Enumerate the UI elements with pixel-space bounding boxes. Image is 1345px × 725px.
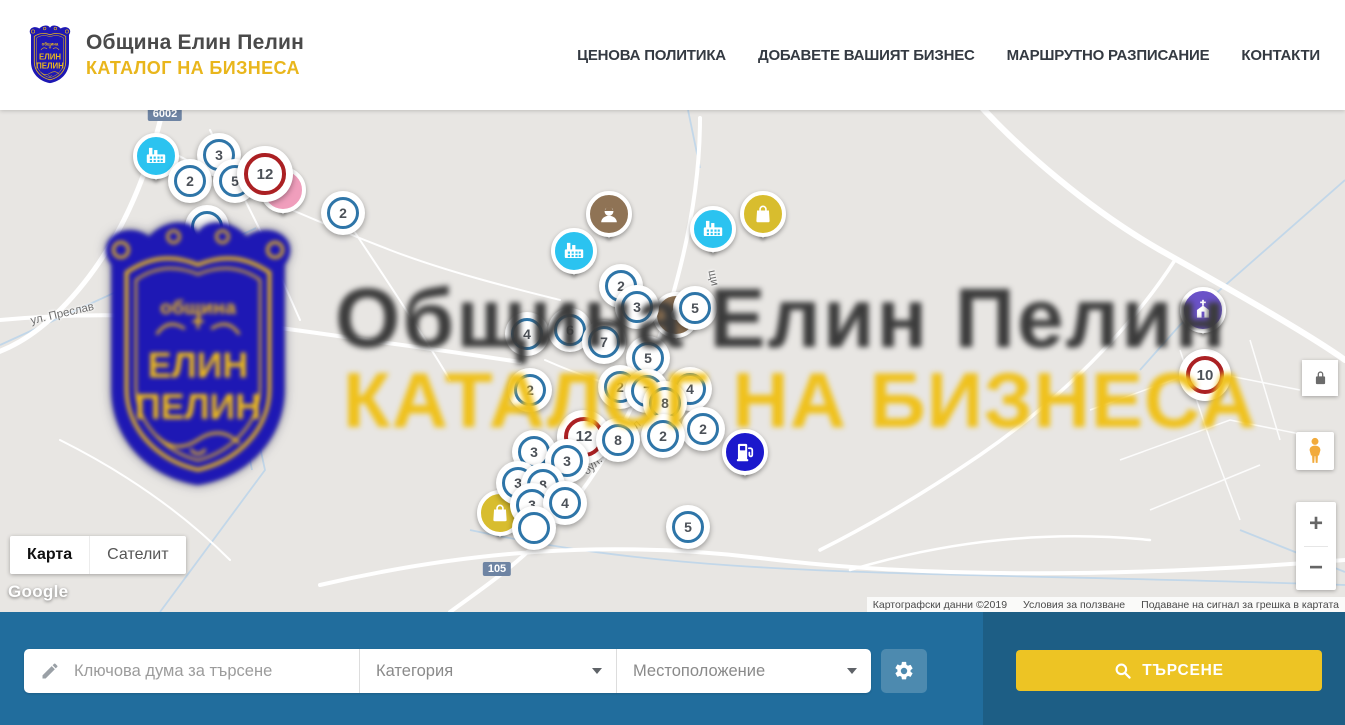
factory-icon xyxy=(700,216,726,242)
brand-title: Община Елин Пелин xyxy=(86,31,304,55)
municipality-crest-logo: община ЕЛИН ПЕЛИН xyxy=(25,24,75,86)
cluster-ring: 2 xyxy=(327,197,360,230)
search-bar: Категория Местоположение ТЪРСЕНЕ xyxy=(0,612,1345,725)
cluster-count: 3 xyxy=(563,453,571,469)
main-nav: ЦЕНОВА ПОЛИТИКА ДОБАВЕТЕ ВАШИЯТ БИЗНЕС МАР… xyxy=(577,47,1320,64)
category-select-label: Категория xyxy=(376,662,453,681)
cluster-marker[interactable] xyxy=(512,506,556,550)
google-logo: Google xyxy=(8,582,68,602)
attribution-terms-link[interactable]: Условия за ползване xyxy=(1023,599,1125,611)
road-number-label: 6002 xyxy=(148,110,182,121)
street-view-pegman-button[interactable] xyxy=(1296,432,1334,470)
cluster-ring xyxy=(518,512,551,545)
location-select-label: Местоположение xyxy=(633,662,765,681)
zoom-control: + − xyxy=(1296,502,1336,590)
cluster-marker[interactable]: 2 xyxy=(321,191,365,235)
lock-button[interactable] xyxy=(1302,360,1338,396)
map-canvas[interactable]: 6002105ул. Преславбул. „Новоселщи3251222… xyxy=(0,110,1345,612)
advanced-settings-button[interactable] xyxy=(881,649,927,693)
nav-item[interactable]: КОНТАКТИ xyxy=(1241,47,1320,64)
svg-text:ЕЛИН: ЕЛИН xyxy=(39,53,61,62)
cluster-ring: 12 xyxy=(244,153,285,194)
svg-text:община: община xyxy=(160,297,237,319)
nav-item[interactable]: ЦЕНОВА ПОЛИТИКА xyxy=(577,47,726,64)
bag-icon xyxy=(750,201,776,227)
keyword-search-input[interactable] xyxy=(72,661,301,682)
worker-icon xyxy=(596,201,622,227)
nav-item[interactable]: ДОБАВЕТЕ ВАШИЯТ БИЗНЕС xyxy=(758,47,975,64)
keyword-section xyxy=(24,649,359,693)
factory-icon xyxy=(143,143,169,169)
lock-icon xyxy=(1312,370,1329,387)
factory-pin[interactable] xyxy=(690,206,736,252)
cluster-ring: 4 xyxy=(549,487,582,520)
brand-subtitle: КАТАЛОГ НА БИЗНЕСА xyxy=(86,58,304,79)
cluster-count: 4 xyxy=(561,495,569,511)
search-button-label: ТЪРСЕНЕ xyxy=(1142,662,1224,680)
watermark-subtitle: КАТАЛОГ НА БИЗНЕСА xyxy=(343,355,1257,446)
map-type-map-button[interactable]: Карта xyxy=(10,536,89,574)
header: община ЕЛИН ПЕЛИН Община Елин Пелин КАТА… xyxy=(0,0,1345,110)
factory-pin[interactable] xyxy=(551,228,597,274)
pin-head xyxy=(551,228,597,274)
map-type-satellite-button[interactable]: Сателит xyxy=(89,536,185,574)
cluster-marker[interactable]: 5 xyxy=(666,505,710,549)
attribution-data: Картографски данни ©2019 xyxy=(873,599,1007,611)
nav-item[interactable]: МАРШРУТНО РАЗПИСАНИЕ xyxy=(1007,47,1210,64)
factory-icon xyxy=(561,238,587,264)
cluster-count: 12 xyxy=(257,166,274,183)
cluster-marker[interactable]: 12 xyxy=(237,146,293,202)
gear-icon xyxy=(893,660,915,682)
map-attribution: Картографски данни ©2019 Условия за полз… xyxy=(867,597,1345,612)
location-select[interactable]: Местоположение xyxy=(616,649,871,693)
search-icon xyxy=(1114,662,1132,680)
svg-text:ЕЛИН: ЕЛИН xyxy=(148,346,248,386)
cluster-marker[interactable]: 2 xyxy=(168,159,212,203)
cluster-count: 2 xyxy=(339,205,347,221)
bag-pin[interactable] xyxy=(740,191,786,237)
cluster-count: 2 xyxy=(186,173,194,189)
brand[interactable]: община ЕЛИН ПЕЛИН Община Елин Пелин КАТА… xyxy=(25,24,304,86)
zoom-in-button[interactable]: + xyxy=(1296,502,1336,546)
watermark-crest: община ЕЛИН ПЕЛИН xyxy=(85,216,311,503)
svg-text:ПЕЛИН: ПЕЛИН xyxy=(36,62,64,71)
map-type-control: Карта Сателит xyxy=(10,536,186,574)
pin-head xyxy=(690,206,736,252)
zoom-out-button[interactable]: − xyxy=(1296,547,1336,591)
road-number-label: 105 xyxy=(483,562,511,576)
brand-text: Община Елин Пелин КАТАЛОГ НА БИЗНЕСА xyxy=(86,31,304,79)
cluster-ring: 5 xyxy=(672,511,705,544)
pin-head xyxy=(740,191,786,237)
cluster-count: 3 xyxy=(530,444,538,460)
svg-text:община: община xyxy=(42,41,59,46)
attribution-report-link[interactable]: Подаване на сигнал за грешка в картата xyxy=(1141,599,1339,611)
cluster-ring: 2 xyxy=(174,165,207,198)
chevron-down-icon xyxy=(847,668,857,674)
watermark-title: Община Елин Пелин xyxy=(335,270,1227,367)
cluster-count: 3 xyxy=(215,147,223,163)
search-button[interactable]: ТЪРСЕНЕ xyxy=(1016,650,1322,691)
chevron-down-icon xyxy=(592,668,602,674)
pegman-icon xyxy=(1305,436,1325,466)
category-select[interactable]: Категория xyxy=(359,649,616,693)
cluster-count: 5 xyxy=(684,519,692,535)
search-panel: Категория Местоположение xyxy=(24,649,871,693)
pencil-icon xyxy=(40,661,60,681)
svg-text:ПЕЛИН: ПЕЛИН xyxy=(135,387,261,427)
